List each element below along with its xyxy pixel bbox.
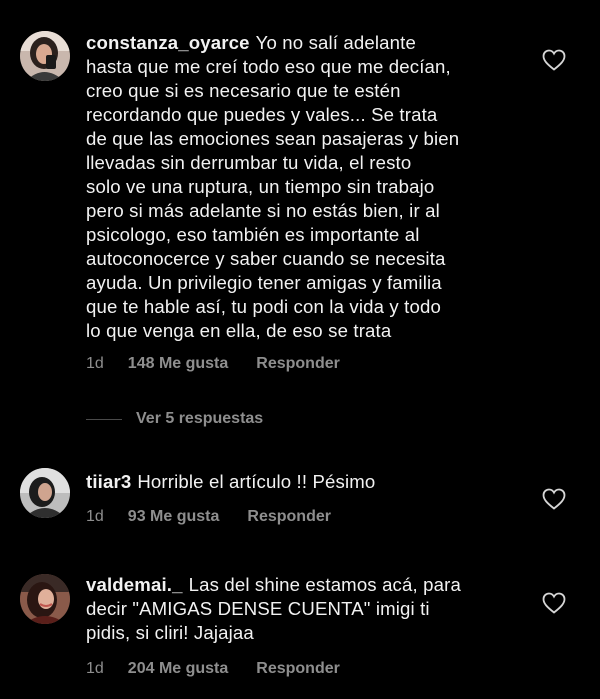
profile-photo [20,468,70,518]
heart-outline-icon[interactable] [542,488,566,510]
comment-line: creo que si es necesario que te estén [86,80,401,101]
avatar[interactable] [20,574,70,624]
comment-line: Las del shine estamos acá, para [188,574,461,595]
username[interactable]: constanza_oyarce [86,32,250,53]
comment-line: autoconocerce y saber cuando se necesita [86,248,446,269]
comment-line: ayuda. Un privilegio tener amigas y fami… [86,272,442,293]
view-replies-label[interactable]: Ver 5 respuestas [136,410,263,428]
comment-line: que te hable así, tu podi con la vida y … [86,296,441,317]
like-count[interactable]: 93 Me gusta [128,508,220,526]
heart-outline-icon[interactable] [542,592,566,614]
like-count[interactable]: 148 Me gusta [128,355,228,373]
comment-line: recordando que puedes y vales... Se trat… [86,104,438,125]
divider [86,418,122,420]
comment-line: de que las emociones sean pasajeras y bi… [86,128,460,149]
comment-line: Horrible el artículo !! Pésimo [137,471,376,492]
comment-text: tiiar3 Horrible el artículo !! Pésimo [86,470,516,494]
comment-line: llevadas sin derrumbar tu vida, el resto [86,152,412,173]
like-count[interactable]: 204 Me gusta [128,660,228,678]
comment-line: pidis, si cliri! Jajajaa [86,622,254,643]
comment-text: constanza_oyarce Yo no salí adelante hast… [86,31,516,343]
reply-button[interactable]: Responder [256,660,340,678]
avatar[interactable] [20,468,70,518]
comment-line: hasta que me creí todo eso que me decían… [86,56,451,77]
comment-line: solo ve una ruptura, un tiempo sin traba… [86,176,435,197]
reply-button[interactable]: Responder [256,355,340,373]
timestamp: 1d [86,355,104,372]
avatar[interactable] [20,31,70,81]
comment-line: Yo no salí adelante [255,32,416,53]
view-replies-button[interactable]: Ver 5 respuestas [86,410,263,428]
comment-line: psicologo, eso también es importante al [86,224,420,245]
comment-meta: 1d 93 Me gusta Responder [86,508,331,526]
comment-line: lo que venga en ella, de eso se trata [86,320,392,341]
timestamp: 1d [86,660,104,677]
username[interactable]: valdemai._ [86,574,183,595]
comment-meta: 1d 148 Me gusta Responder [86,355,340,373]
comment-meta: 1d 204 Me gusta Responder [86,660,340,678]
profile-photo [20,574,70,624]
comment-line: decir "AMIGAS DENSE CUENTA" imigi ti [86,598,430,619]
username[interactable]: tiiar3 [86,471,131,492]
profile-photo [20,31,70,81]
comment-text: valdemai._ Las del shine estamos acá, par… [86,573,516,645]
timestamp: 1d [86,508,104,525]
heart-outline-icon[interactable] [542,49,566,71]
comment-line: pero si más adelante si no estás bien, i… [86,200,440,221]
reply-button[interactable]: Responder [247,508,331,526]
